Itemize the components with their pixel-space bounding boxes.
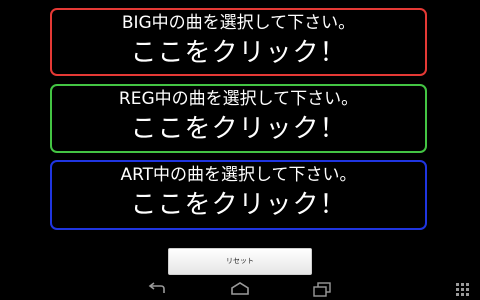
- select-art-title: ART中の曲を選択して下さい。: [120, 165, 357, 185]
- select-reg-button[interactable]: REG中の曲を選択して下さい。 ここをクリック！: [50, 84, 427, 153]
- select-big-button[interactable]: BIG中の曲を選択して下さい。 ここをクリック！: [50, 8, 427, 76]
- select-reg-title: REG中の曲を選択して下さい。: [118, 89, 359, 109]
- select-art-button[interactable]: ART中の曲を選択して下さい。 ここをクリック！: [50, 160, 427, 230]
- select-art-action: ここをクリック！: [130, 190, 347, 220]
- home-icon[interactable]: [229, 281, 251, 297]
- recent-apps-icon[interactable]: [311, 281, 333, 297]
- back-icon[interactable]: [146, 281, 168, 297]
- select-big-action: ここをクリック！: [130, 38, 347, 68]
- select-reg-action: ここをクリック！: [130, 114, 347, 144]
- system-navigation-bar: [0, 278, 480, 300]
- screen: BIG中の曲を選択して下さい。 ここをクリック！ REG中の曲を選択して下さい。…: [0, 0, 480, 300]
- select-big-title: BIG中の曲を選択して下さい。: [121, 13, 356, 33]
- reset-button[interactable]: リセット: [168, 248, 312, 275]
- grid-menu-icon[interactable]: [454, 281, 470, 297]
